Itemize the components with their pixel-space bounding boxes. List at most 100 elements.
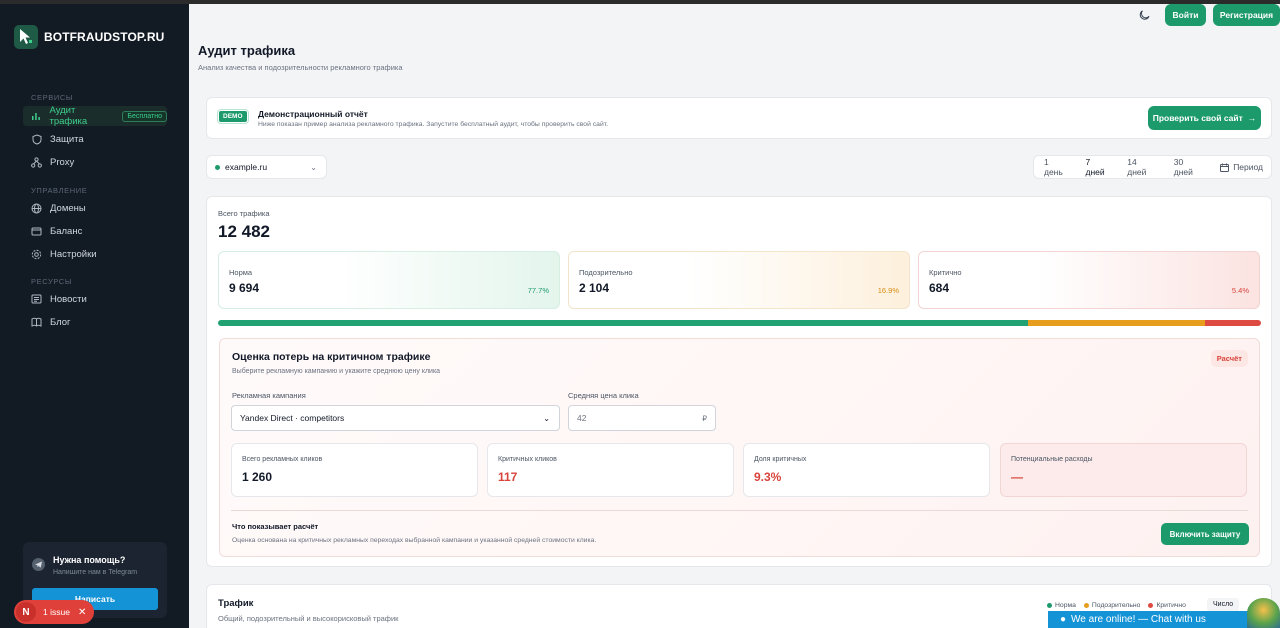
sidebar-item-label: Proxy — [50, 156, 75, 168]
norm-label: Норма — [229, 268, 253, 277]
divider — [231, 510, 1248, 511]
critical-stat: Критично 684 5.4% — [918, 251, 1260, 309]
legend-suspicious: Подозрительно — [1083, 602, 1140, 609]
metric-value: — — [1011, 470, 1023, 484]
chevron-down-icon: ⌄ — [310, 163, 317, 172]
tab-1-day[interactable]: 1 день — [1036, 157, 1077, 177]
chat-widget[interactable]: ● We are online! — Chat with us — [1048, 611, 1248, 628]
campaign-select[interactable]: Yandex Direct · competitors ⌄ — [231, 405, 560, 431]
newspaper-icon — [31, 294, 42, 305]
demo-banner: DEMO Демонстрационный отчёт Ниже показан… — [206, 97, 1272, 139]
sidebar-item-label: Блог — [50, 316, 71, 328]
tab-period-label: Период — [1233, 162, 1263, 172]
close-icon[interactable]: ✕ — [78, 607, 86, 618]
cpc-value: 42 — [577, 413, 587, 423]
metric-label: Всего рекламных кликов — [242, 456, 323, 463]
suspicious-percent: 16.9% — [877, 286, 899, 295]
register-button[interactable]: Регистрация — [1213, 4, 1280, 26]
suspicious-stat: Подозрительно 2 104 16.9% — [568, 251, 910, 309]
calc-badge: Расчёт — [1210, 350, 1248, 367]
free-badge: Бесплатно — [122, 110, 167, 122]
chart-title: Трафик — [218, 598, 254, 609]
critical-percent: 5.4% — [1231, 286, 1249, 295]
sidebar-item-blog[interactable]: Блог — [23, 312, 167, 332]
loss-subtitle: Выберите рекламную кампанию и укажите ср… — [232, 368, 441, 375]
chart-bars-icon — [31, 111, 41, 122]
sidebar-item-proxy[interactable]: Proxy — [23, 152, 167, 172]
campaign-label: Рекламная кампания — [232, 391, 306, 400]
check-site-button[interactable]: Проверить свой сайт → — [1148, 106, 1261, 130]
critical-segment — [1204, 320, 1261, 326]
login-button[interactable]: Войти — [1165, 4, 1206, 26]
metric-label: Доля критичных — [754, 456, 807, 463]
sidebar-item-label: Домены — [50, 202, 86, 214]
check-site-label: Проверить свой сайт — [1152, 113, 1243, 123]
metric-label: Критичных кликов — [498, 456, 557, 463]
sidebar-item-label: Защита — [50, 133, 84, 145]
domain-select[interactable]: example.ru ⌄ — [206, 155, 327, 179]
metric-potential-spend: Потенциальные расходы — — [1000, 443, 1247, 497]
help-subtitle: Напишите нам в Telegram — [53, 569, 138, 576]
norm-stat: Норма 9 694 77.7% — [218, 251, 560, 309]
metric-total-clicks: Всего рекламных кликов 1 260 — [231, 443, 478, 497]
norm-segment — [218, 320, 1029, 326]
page-subtitle: Анализ качества и подозрительности рекла… — [198, 63, 403, 72]
brand[interactable]: BOTFRAUDSTOP.RU — [14, 25, 164, 49]
shield-icon — [31, 133, 42, 145]
what-title: Что показывает расчёт — [232, 522, 319, 531]
gear-icon — [31, 249, 42, 260]
arrow-right-icon: → — [1247, 113, 1257, 123]
sidebar-item-domains[interactable]: Домены — [23, 198, 167, 218]
issues-pill[interactable]: N 1 issue ✕ — [14, 600, 94, 624]
chat-avatar[interactable] — [1247, 598, 1280, 628]
sidebar-item-label: Аудит трафика — [49, 105, 88, 127]
wallet-icon — [31, 226, 42, 237]
calendar-icon — [1220, 163, 1230, 172]
globe-icon — [31, 203, 42, 214]
demo-description: Ниже показан пример анализа рекламного т… — [258, 121, 608, 128]
tab-14-days[interactable]: 14 дней — [1119, 157, 1165, 177]
metric-value: 117 — [498, 470, 518, 484]
critical-label: Критично — [929, 268, 962, 277]
help-title: Нужна помощь? — [53, 555, 126, 565]
chat-label: We are online! — Chat with us — [1071, 614, 1206, 625]
enable-protection-button[interactable]: Включить защиту — [1161, 523, 1249, 545]
ruble-sign: ₽ — [702, 414, 707, 423]
metric-critical-share: Доля критичных 9.3% — [743, 443, 990, 497]
metric-value: 1 260 — [242, 470, 273, 484]
chat-bubble-icon: ● — [1060, 614, 1067, 625]
top-strip — [0, 0, 1280, 4]
tab-30-days[interactable]: 30 дней — [1166, 157, 1212, 177]
traffic-card: Всего трафика 12 482 Норма 9 694 77.7% П… — [206, 196, 1272, 567]
sidebar-item-settings[interactable]: Настройки — [23, 244, 167, 264]
cursor-logo-icon — [14, 25, 38, 49]
demo-tag: DEMO — [217, 109, 249, 124]
sidebar-item-protection[interactable]: Защита — [23, 129, 167, 149]
range-tabs: 1 день 7 дней 14 дней 30 дней Период — [1033, 155, 1272, 179]
legend-norm: Норма — [1047, 602, 1076, 609]
loss-title: Оценка потерь на критичном трафике — [232, 351, 431, 363]
chart-subtitle: Общий, подозрительный и высокорисковый т… — [218, 614, 399, 623]
section-label-services: СЕРВИСЫ — [31, 93, 74, 102]
sidebar-item-label: Настройки — [50, 248, 97, 260]
tab-period[interactable]: Период — [1212, 162, 1271, 172]
cpc-input[interactable]: 42 ₽ — [568, 405, 716, 431]
suspicious-segment — [1028, 320, 1205, 326]
campaign-value: Yandex Direct · competitors — [240, 413, 345, 423]
chevron-down-icon: ⌄ — [543, 414, 550, 423]
mode-number-toggle[interactable]: Число — [1207, 598, 1240, 612]
sidebar-item-news[interactable]: Новости — [23, 289, 167, 309]
suspicious-value: 2 104 — [579, 281, 610, 295]
domain-value: example.ru — [225, 162, 268, 172]
tab-7-days[interactable]: 7 дней — [1077, 157, 1119, 177]
sidebar-item-audit[interactable]: Аудит трафика Бесплатно — [23, 105, 167, 127]
demo-title: Демонстрационный отчёт — [258, 109, 368, 119]
legend-critical: Критично — [1148, 602, 1186, 609]
moon-icon[interactable] — [1139, 9, 1153, 23]
section-label-resources: РЕСУРСЫ — [31, 277, 73, 286]
sidebar-item-balance[interactable]: Баланс — [23, 221, 167, 241]
cpc-label: Средняя цена клика — [568, 391, 639, 400]
telegram-icon — [32, 558, 45, 571]
total-traffic-value: 12 482 — [218, 222, 270, 241]
chart-legend: Норма Подозрительно Критично — [1047, 602, 1186, 609]
